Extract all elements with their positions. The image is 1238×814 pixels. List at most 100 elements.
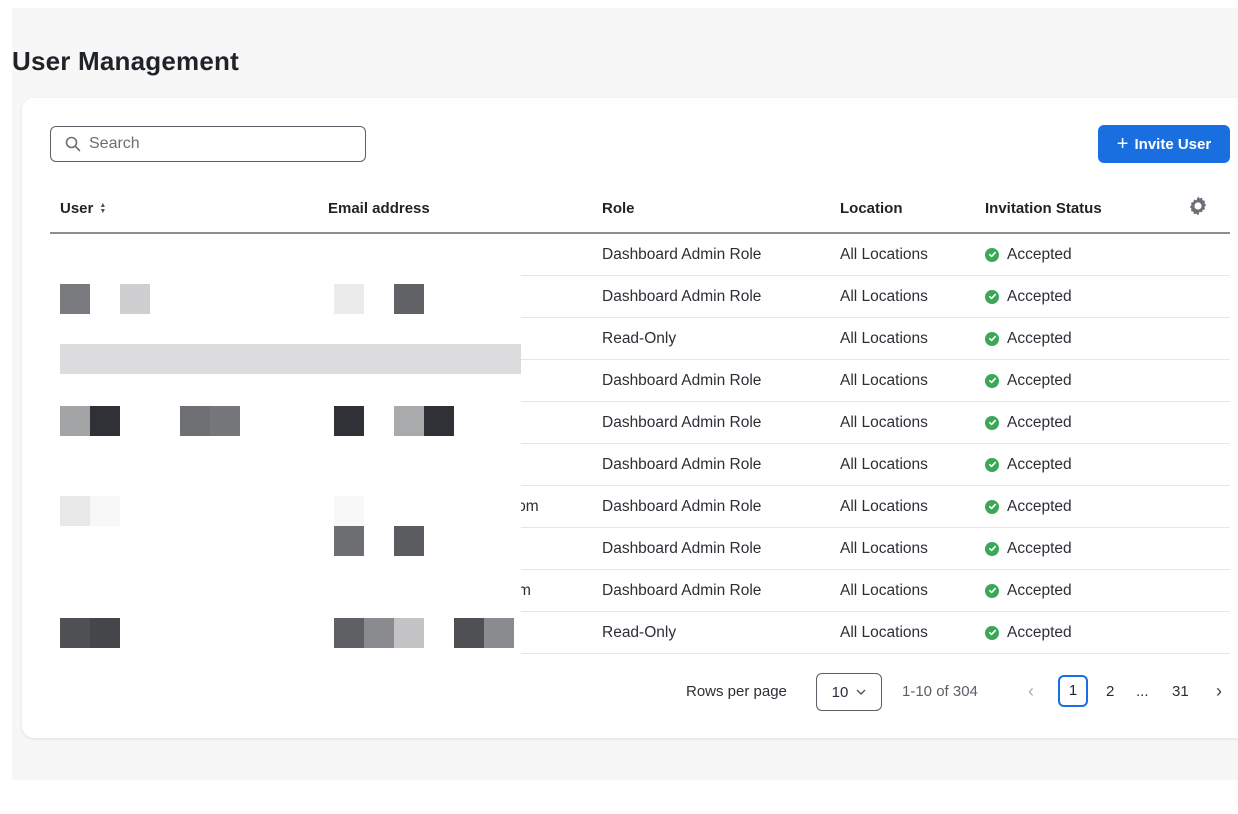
column-header-role: Role — [602, 200, 635, 217]
redaction-block — [334, 496, 364, 526]
location-cell: All Locations — [840, 582, 928, 599]
search-box[interactable] — [50, 126, 366, 162]
redaction-block — [394, 526, 424, 556]
column-header-status: Invitation Status — [985, 200, 1102, 217]
status-label: Accepted — [1007, 456, 1072, 473]
check-circle-icon — [985, 289, 999, 304]
search-input[interactable] — [89, 135, 349, 153]
redaction-block — [90, 496, 120, 526]
redaction-block — [334, 284, 364, 314]
redaction-block — [60, 406, 90, 436]
location-cell: All Locations — [840, 624, 928, 641]
status-label: Accepted — [1007, 288, 1072, 305]
role-cell: Dashboard Admin Role — [602, 498, 762, 515]
status-cell: Accepted — [985, 234, 1072, 275]
role-cell: Read-Only — [602, 330, 677, 347]
redaction-block — [90, 618, 120, 648]
pagination: Rows per page 10 1-10 of 304 ‹ 1 2 ... 3… — [22, 673, 1238, 713]
role-cell: Dashboard Admin Role — [602, 246, 762, 263]
search-icon — [65, 136, 81, 152]
rows-per-page-label: Rows per page — [686, 683, 787, 700]
status-cell: Accepted — [985, 360, 1072, 401]
redaction-block — [394, 406, 424, 436]
status-cell: Accepted — [985, 318, 1072, 359]
sort-icon[interactable]: ▲ ▼ — [99, 202, 106, 215]
invite-user-label: Invite User — [1134, 135, 1212, 153]
page-button-1[interactable]: 1 — [1058, 675, 1088, 707]
email-fragment: ɔm — [518, 498, 539, 515]
status-cell: Accepted — [985, 276, 1072, 317]
role-cell: Dashboard Admin Role — [602, 288, 762, 305]
status-label: Accepted — [1007, 330, 1072, 347]
redaction-block — [60, 284, 90, 314]
check-circle-icon — [985, 499, 999, 514]
redaction-block — [60, 496, 90, 526]
table-header: User ▲ ▼ Email address Role Location Invi… — [50, 184, 1230, 234]
redaction-block — [60, 618, 90, 648]
status-label: Accepted — [1007, 414, 1072, 431]
location-cell: All Locations — [840, 330, 928, 347]
status-cell: Accepted — [985, 486, 1072, 527]
page-button-2[interactable]: 2 — [1106, 683, 1114, 700]
chevron-down-icon — [856, 689, 866, 695]
status-label: Accepted — [1007, 624, 1072, 641]
location-cell: All Locations — [840, 288, 928, 305]
gear-icon[interactable] — [1186, 194, 1210, 218]
role-cell: Dashboard Admin Role — [602, 582, 762, 599]
check-circle-icon — [985, 541, 999, 556]
role-cell: Read-Only — [602, 624, 677, 641]
status-label: Accepted — [1007, 540, 1072, 557]
redaction-block — [394, 618, 424, 648]
plus-icon: + — [1116, 133, 1129, 155]
status-cell: Accepted — [985, 570, 1072, 611]
status-cell: Accepted — [985, 528, 1072, 569]
redaction-block — [120, 284, 150, 314]
page: User Management + Invite User User ▲▼ Em… — [12, 8, 1238, 814]
redacted-area — [50, 234, 521, 654]
role-cell: Dashboard Admin Role — [602, 372, 762, 389]
chevron-left-icon[interactable]: ‹ — [1028, 681, 1034, 702]
redaction-block — [484, 618, 514, 648]
redaction-block — [334, 526, 364, 556]
check-circle-icon — [985, 415, 999, 430]
check-circle-icon — [985, 331, 999, 346]
location-cell: All Locations — [840, 540, 928, 557]
page-range: 1-10 of 304 — [902, 683, 978, 700]
rows-per-page-select[interactable]: 10 — [816, 673, 882, 711]
check-circle-icon — [985, 457, 999, 472]
location-cell: All Locations — [840, 498, 928, 515]
location-cell: All Locations — [840, 456, 928, 473]
chevron-right-icon[interactable]: › — [1216, 681, 1222, 702]
redaction-block — [454, 618, 484, 648]
redaction-block — [334, 618, 364, 648]
status-label: Accepted — [1007, 498, 1072, 515]
redaction-block — [180, 406, 210, 436]
column-header-user[interactable]: User ▲ ▼ — [60, 200, 106, 217]
page-button-31[interactable]: 31 — [1172, 683, 1189, 700]
column-header-location: Location — [840, 200, 903, 217]
check-circle-icon — [985, 373, 999, 388]
check-circle-icon — [985, 583, 999, 598]
status-label: Accepted — [1007, 246, 1072, 263]
status-cell: Accepted — [985, 402, 1072, 443]
redaction-block — [424, 406, 454, 436]
redaction-block — [90, 406, 120, 436]
status-label: Accepted — [1007, 582, 1072, 599]
redaction-block — [394, 284, 424, 314]
redaction-block — [334, 406, 364, 436]
role-cell: Dashboard Admin Role — [602, 456, 762, 473]
column-header-email: Email address — [328, 200, 430, 217]
check-circle-icon — [985, 247, 999, 262]
status-cell: Accepted — [985, 612, 1072, 653]
role-cell: Dashboard Admin Role — [602, 540, 762, 557]
redaction-block — [210, 406, 240, 436]
location-cell: All Locations — [840, 414, 928, 431]
page-title: User Management — [12, 46, 239, 76]
footer-strip — [0, 780, 1238, 814]
invite-user-button[interactable]: + Invite User — [1098, 125, 1230, 163]
location-cell: All Locations — [840, 372, 928, 389]
redaction-block — [60, 344, 521, 374]
status-label: Accepted — [1007, 372, 1072, 389]
role-cell: Dashboard Admin Role — [602, 414, 762, 431]
status-cell: Accepted — [985, 444, 1072, 485]
